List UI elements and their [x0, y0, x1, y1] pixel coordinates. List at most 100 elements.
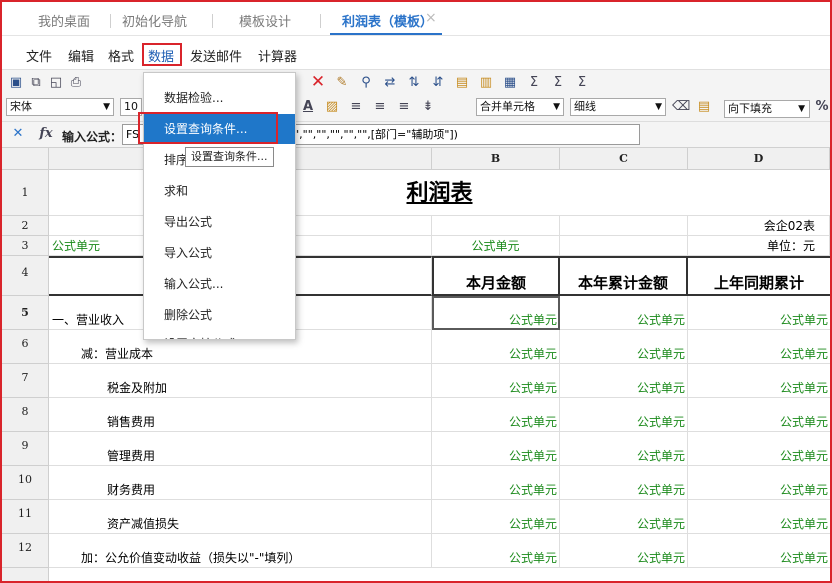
formula-cell[interactable]: 公式单元: [560, 534, 688, 568]
font-color-icon[interactable]: A: [300, 99, 316, 115]
find-icon[interactable]: ⚲: [358, 75, 374, 91]
menu-calculator[interactable]: 计算器: [258, 46, 297, 65]
preview-icon[interactable]: ◱: [48, 75, 64, 91]
formula-cell[interactable]: 公式单元: [560, 500, 688, 534]
row-header[interactable]: 12: [2, 534, 49, 568]
menu-item-input-formula[interactable]: 输入公式...: [144, 269, 295, 299]
formula-cell[interactable]: 公式单元: [432, 296, 560, 330]
menu-format[interactable]: 格式: [108, 46, 134, 65]
menu-item-set-audit-formula[interactable]: 设置审核公式...: [144, 329, 295, 339]
row-header[interactable]: 10: [2, 466, 49, 500]
formula-cell[interactable]: 公式单元: [560, 398, 688, 432]
formula-cell[interactable]: 公式单元: [688, 500, 830, 534]
cell[interactable]: [560, 236, 688, 256]
formula-cell[interactable]: 公式单元: [560, 364, 688, 398]
menu-item-delete-formula[interactable]: 删除公式: [144, 300, 295, 330]
cancel-icon[interactable]: ✕: [10, 126, 26, 142]
font-family-select[interactable]: 宋体 ▼: [6, 98, 114, 116]
formula-cell[interactable]: 公式单元: [560, 432, 688, 466]
formula-cell[interactable]: 公式单元: [432, 432, 560, 466]
row-header[interactable]: 6: [2, 330, 49, 364]
align-center-icon[interactable]: ≡: [372, 99, 388, 115]
column-header-c[interactable]: C: [560, 148, 688, 170]
formula-cell[interactable]: 公式单元: [432, 398, 560, 432]
cell[interactable]: [432, 216, 560, 236]
form-code-cell[interactable]: 会企02表: [688, 216, 830, 236]
sort-desc-icon[interactable]: ⇵: [430, 75, 446, 91]
unit-cell[interactable]: 单位：元: [688, 236, 830, 256]
eraser-icon[interactable]: ⌫: [672, 99, 690, 115]
row-header[interactable]: 5: [2, 296, 49, 330]
row-header[interactable]: [2, 568, 49, 581]
row-header[interactable]: 1: [2, 170, 49, 216]
formula-cell[interactable]: 公式单元: [688, 398, 830, 432]
formula-cell[interactable]: 公式单元: [688, 330, 830, 364]
row-header[interactable]: 11: [2, 500, 49, 534]
formula-cell[interactable]: 公式单元: [432, 500, 560, 534]
menu-item-import-formula[interactable]: 导入公式: [144, 238, 295, 268]
formula-cell[interactable]: 公式单元: [560, 330, 688, 364]
fill-down-select[interactable]: 向下填充 ▼: [724, 100, 810, 118]
tax-row-label[interactable]: 税金及附加: [49, 364, 432, 398]
print-icon[interactable]: ⎙: [68, 75, 84, 91]
sort-asc-icon[interactable]: ⇅: [406, 75, 422, 91]
menu-file[interactable]: 文件: [26, 46, 52, 65]
formula-cell[interactable]: 公式单元: [432, 534, 560, 568]
menu-send-email[interactable]: 发送邮件: [190, 46, 242, 65]
sum-column-icon[interactable]: Σ: [550, 75, 566, 91]
wrap-text-icon[interactable]: ⇟: [420, 99, 436, 115]
tab-my-desktop[interactable]: 我的桌面: [38, 11, 90, 31]
percent-icon[interactable]: %: [814, 99, 830, 115]
row-header[interactable]: 9: [2, 432, 49, 466]
select-all-corner[interactable]: [2, 148, 49, 170]
current-month-header[interactable]: 本月金额: [432, 256, 560, 296]
row-header[interactable]: 8: [2, 398, 49, 432]
prior-year-header[interactable]: 上年同期累计: [688, 256, 830, 296]
column-header-d[interactable]: D: [688, 148, 830, 170]
formula-cell[interactable]: 公式单元: [688, 296, 830, 330]
tab-init-guide[interactable]: 初始化导航: [122, 11, 187, 31]
fill-color-icon[interactable]: ▨: [324, 99, 340, 115]
formula-cell[interactable]: 公式单元: [688, 466, 830, 500]
align-right-icon[interactable]: ≡: [396, 99, 412, 115]
menu-item-data-validation[interactable]: 数据检验...: [144, 83, 295, 113]
finance-expense-row-label[interactable]: 财务费用: [49, 466, 432, 500]
formula-cell[interactable]: 公式单元: [432, 364, 560, 398]
unlock-icon[interactable]: ▥: [478, 75, 494, 91]
menu-item-sum[interactable]: 求和: [144, 176, 295, 206]
tab-income-statement-template[interactable]: 利润表（模板）: [342, 11, 433, 31]
align-left-icon[interactable]: ≡: [348, 99, 364, 115]
ytd-header[interactable]: 本年累计金额: [560, 256, 688, 296]
formula-cell[interactable]: 公式单元: [688, 432, 830, 466]
properties-icon[interactable]: ▤: [696, 99, 712, 115]
line-style-select[interactable]: 细线 ▼: [570, 98, 666, 116]
row-header[interactable]: 4: [2, 256, 49, 296]
save-icon[interactable]: ▣: [8, 75, 24, 91]
brush-icon[interactable]: ✎: [334, 75, 350, 91]
sum-row-icon[interactable]: Σ: [574, 75, 590, 91]
row-header[interactable]: 2: [2, 216, 49, 236]
formula-cell[interactable]: 公式单元: [688, 534, 830, 568]
menu-item-export-formula[interactable]: 导出公式: [144, 207, 295, 237]
selling-expense-row-label[interactable]: 销售费用: [49, 398, 432, 432]
formula-cell[interactable]: 公式单元: [432, 466, 560, 500]
menu-edit[interactable]: 编辑: [68, 46, 94, 65]
formula-cell[interactable]: 公式单元: [688, 364, 830, 398]
close-icon[interactable]: ×: [425, 10, 437, 26]
merge-cells-select[interactable]: 合并单元格 ▼: [476, 98, 564, 116]
formula-cell[interactable]: 公式单元: [560, 466, 688, 500]
row-header[interactable]: 3: [2, 236, 49, 256]
column-header-b[interactable]: B: [432, 148, 560, 170]
copy-icon[interactable]: ⧉: [28, 75, 44, 91]
formula-cell[interactable]: 公式单元: [432, 236, 560, 256]
sum-icon[interactable]: Σ: [526, 75, 542, 91]
impairment-row-label[interactable]: 资产减值损失: [49, 500, 432, 534]
table-icon[interactable]: ▦: [502, 75, 518, 91]
cell[interactable]: [560, 216, 688, 236]
row-header[interactable]: 7: [2, 364, 49, 398]
replace-icon[interactable]: ⇄: [382, 75, 398, 91]
fair-value-row-label[interactable]: 加：公允价值变动收益（损失以"-"填列）: [49, 534, 432, 568]
formula-cell[interactable]: 公式单元: [432, 330, 560, 364]
admin-expense-row-label[interactable]: 管理费用: [49, 432, 432, 466]
delete-icon[interactable]: ✕: [310, 74, 326, 91]
